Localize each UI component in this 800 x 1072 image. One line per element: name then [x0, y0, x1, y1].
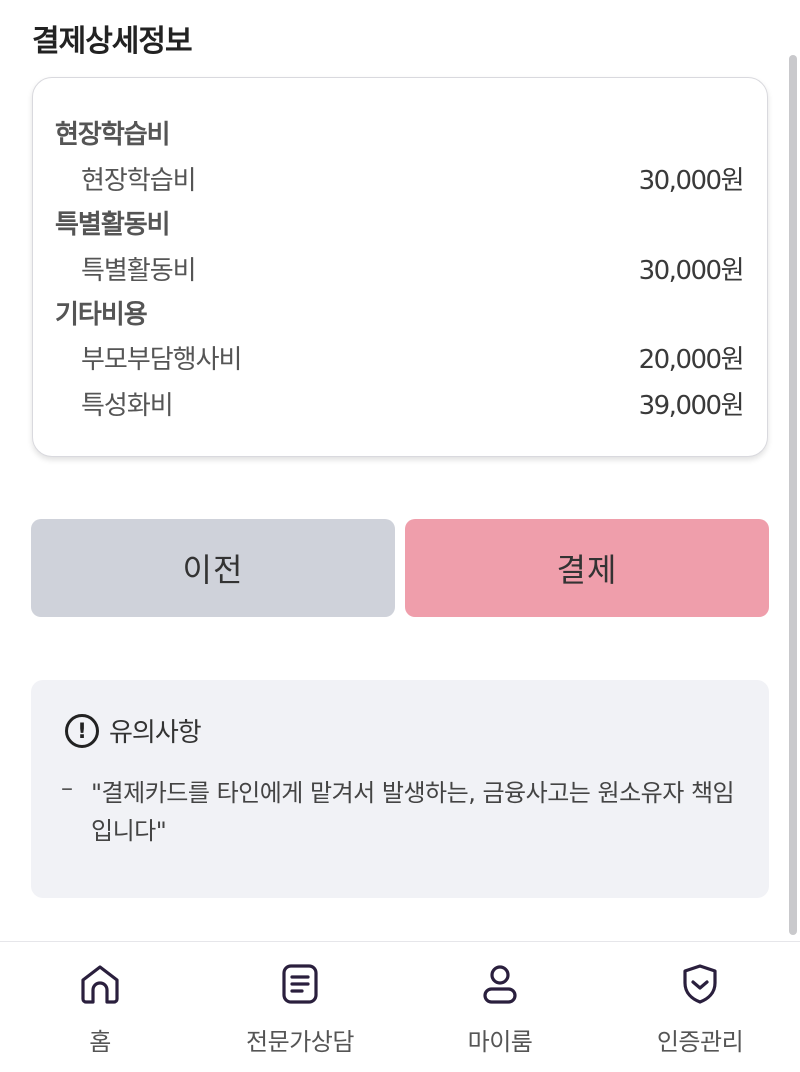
fee-row: 현장학습비 30,000원: [81, 160, 745, 197]
fee-row: 특성화비 39,000원: [81, 385, 745, 422]
notice-header: ! 유의사항: [65, 712, 202, 749]
tab-label: 마이룸: [467, 1028, 533, 1056]
page-title: 결제상세정보: [32, 24, 193, 59]
fee-item-label: 현장학습비: [81, 166, 197, 196]
notice-text: "결제카드를 타인에게 맡겨서 발생하는, 금융사고는 원소유자 책임입니다": [91, 779, 735, 845]
payment-detail-page: 결제상세정보 현장학습비 현장학습비 30,000원 특별활동비 특별활동비 3…: [0, 0, 800, 1072]
fee-item-amount: 39,000원: [638, 391, 745, 421]
pay-button[interactable]: 결제: [405, 519, 769, 617]
home-icon: [81, 965, 119, 1004]
tab-home[interactable]: 홈: [0, 942, 200, 1072]
alert-circle-icon: !: [65, 713, 99, 748]
fee-item-label: 특성화비: [81, 391, 174, 421]
notice-bullet: –: [61, 774, 73, 802]
tab-label: 인증관리: [656, 1028, 744, 1056]
document-icon: [282, 964, 318, 1004]
fee-row: 특별활동비 30,000원: [81, 250, 745, 287]
tab-label: 홈: [89, 1028, 111, 1056]
fee-group-title: 현장학습비: [55, 120, 171, 150]
tab-label: 전문가상담: [246, 1028, 354, 1056]
fee-item-amount: 30,000원: [638, 166, 745, 196]
notice-title: 유의사항: [109, 718, 202, 748]
fee-row: 부모부담행사비 20,000원: [81, 339, 745, 376]
fee-group-title: 기타비용: [55, 300, 148, 330]
prev-button[interactable]: 이전: [31, 519, 395, 617]
tab-expert-consult[interactable]: 전문가상담: [200, 942, 400, 1072]
fee-item-label: 특별활동비: [81, 256, 197, 286]
tab-auth-manage[interactable]: 인증관리: [600, 942, 800, 1072]
fee-item-amount: 30,000원: [638, 256, 745, 286]
fee-group-title: 특별활동비: [55, 210, 171, 240]
notice-box: ! 유의사항 – "결제카드를 타인에게 맡겨서 발생하는, 금융사고는 원소유…: [31, 680, 769, 898]
fee-item-label: 부모부담행사비: [81, 345, 242, 375]
user-icon: [483, 965, 517, 1004]
fee-item-amount: 20,000원: [638, 345, 745, 375]
bottom-tab-bar: 홈 전문가상담 마이룸 인증관리: [0, 941, 800, 1072]
tab-myroom[interactable]: 마이룸: [400, 942, 600, 1072]
scrollbar[interactable]: [789, 55, 797, 935]
shield-check-icon: [683, 964, 717, 1004]
fee-detail-card: 현장학습비 현장학습비 30,000원 특별활동비 특별활동비 30,000원 …: [32, 77, 768, 457]
